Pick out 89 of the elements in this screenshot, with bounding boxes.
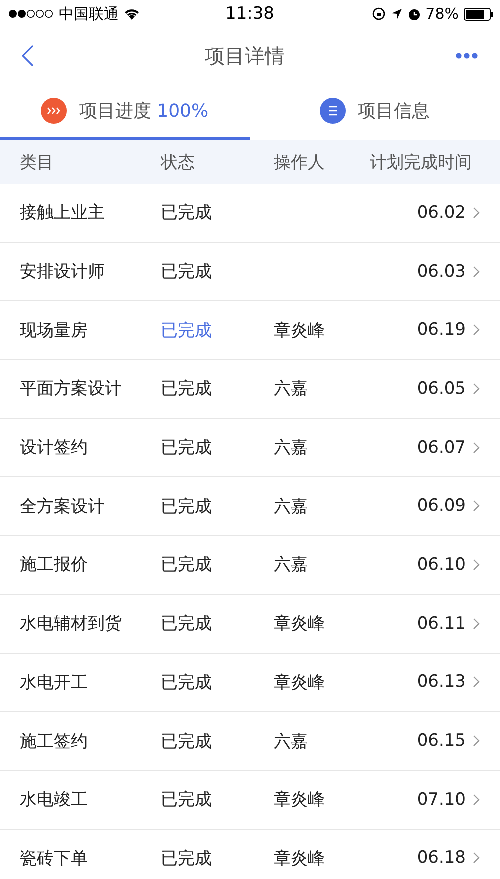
chevron-right-icon (473, 735, 480, 748)
table-cell: 章炎峰 (274, 320, 325, 341)
table-cell-text: 已完成 (161, 437, 213, 460)
table-cell-text: 现场量房 (20, 320, 89, 342)
battery-icon (464, 8, 494, 20)
table-cell: 06.09 (417, 496, 466, 516)
table-cell: 章炎峰 (274, 614, 325, 634)
list-icon (320, 98, 346, 124)
table-cell: 06.02 (417, 202, 466, 223)
rotation-lock-icon (372, 7, 386, 21)
table-row[interactable]: 设计签约 已完成 六嘉 06.07 (0, 418, 500, 478)
table-cell-text: 平面方案设计 (20, 378, 123, 400)
table-row[interactable]: 施工报价 已完成 六嘉 06.10 (0, 536, 500, 595)
table-cell-text: 已完成 (161, 613, 213, 636)
chevron-right-icon (473, 324, 480, 336)
table-cell-text: 施工报价 (20, 554, 89, 576)
chevron-right-icon (473, 676, 480, 688)
alarm-icon (408, 8, 421, 20)
table-cell: 06.07 (417, 438, 466, 458)
signal-icon (8, 9, 54, 19)
table-cell-text: 水电辅材到货 (20, 613, 123, 636)
table-row[interactable]: 安排设计师 已完成 06.03 (0, 242, 500, 302)
table-cell: 六嘉 (274, 732, 308, 752)
table-row[interactable]: 水电竣工 已完成 章炎峰 07.10 (0, 770, 500, 830)
table-cell-text: 水电开工 (20, 672, 89, 694)
table-cell-text: 已完成 (161, 378, 213, 400)
table-cell-text: 已完成 (161, 496, 213, 518)
chevron-right-icon (473, 618, 480, 630)
table-cell: 06.15 (417, 731, 466, 752)
table-cell: 六嘉 (274, 555, 308, 576)
table-cell: 章炎峰 (274, 672, 325, 693)
table-cell-text: 已完成 (161, 320, 213, 342)
battery-percent: 78% (426, 5, 459, 23)
chevron-right-icon (473, 852, 480, 864)
table-cell-text: 施工签约 (20, 730, 89, 753)
table-cell-text: 安排设计师 (20, 261, 106, 284)
table-cell-text: 瓷砖下单 (20, 848, 89, 870)
table-cell: 06.13 (417, 672, 466, 692)
column-header: 状态 (161, 152, 196, 174)
chevron-right-icon (473, 206, 480, 219)
table-row[interactable]: 全方案设计 已完成 六嘉 06.09 (0, 477, 500, 536)
table-cell-text: 已完成 (161, 672, 213, 694)
table-cell: 07.10 (417, 790, 466, 810)
chevron-right-icon (473, 558, 480, 571)
table-cell-text: 水电竣工 (20, 789, 89, 812)
chevron-right-icon (473, 500, 480, 512)
chevron-right-icon (473, 442, 480, 454)
table-cell: 06.19 (417, 320, 466, 340)
table-cell: 06.10 (417, 554, 466, 575)
column-header: 类目 (20, 152, 55, 174)
table-row[interactable]: 水电辅材到货 已完成 章炎峰 06.11 (0, 594, 500, 654)
table-row[interactable]: 瓷砖下单 已完成 章炎峰 06.18 (0, 830, 500, 879)
table-cell-text: 全方案设计 (20, 496, 106, 518)
table-cell-text: 已完成 (161, 202, 213, 224)
chevrons-icon (41, 98, 68, 124)
table-row[interactable]: 平面方案设计 已完成 六嘉 06.05 (0, 360, 500, 419)
column-header: 计划完成时间 (370, 152, 473, 174)
table-cell-text: 已完成 (161, 789, 213, 812)
location-arrow-icon (390, 8, 403, 20)
table-cell: 06.18 (417, 848, 466, 868)
table-cell-text: 已完成 (161, 261, 213, 284)
chevron-right-icon (473, 266, 480, 278)
table-cell: 06.03 (417, 262, 466, 282)
chevron-right-icon (473, 382, 480, 395)
table-cell: 章炎峰 (274, 790, 325, 810)
table-cell-text: 已完成 (161, 730, 213, 753)
column-header: 操作人 (274, 152, 326, 174)
back-chevron-icon (22, 45, 34, 67)
table-cell-text: 设计签约 (20, 437, 89, 460)
table-cell: 06.05 (417, 378, 466, 399)
table-row[interactable]: 现场量房 已完成 章炎峰 06.19 (0, 301, 500, 360)
table-cell-text: 已完成 (161, 848, 213, 870)
more-dots-icon (456, 53, 478, 59)
table-row[interactable]: 施工签约 已完成 六嘉 06.15 (0, 712, 500, 771)
page-title: 项目详情 (205, 42, 285, 70)
table-row[interactable]: 水电开工 已完成 章炎峰 06.13 (0, 654, 500, 712)
table-cell-text: 接触上业主 (20, 202, 106, 224)
table-cell: 章炎峰 (274, 848, 325, 869)
table-cell: 六嘉 (274, 438, 308, 458)
wifi-icon (124, 8, 140, 20)
table-cell: 六嘉 (274, 496, 308, 517)
table-row[interactable]: 接触上业主 已完成 06.02 (0, 184, 500, 243)
tab[interactable]: 项目信息 (250, 84, 500, 140)
table-cell-text: 已完成 (161, 554, 213, 576)
table-cell: 06.11 (417, 614, 466, 634)
clock-text: 11:38 (226, 4, 274, 24)
carrier-text: 中国联通 (59, 4, 119, 24)
table-cell: 六嘉 (274, 379, 308, 400)
chevron-right-icon (473, 794, 480, 806)
